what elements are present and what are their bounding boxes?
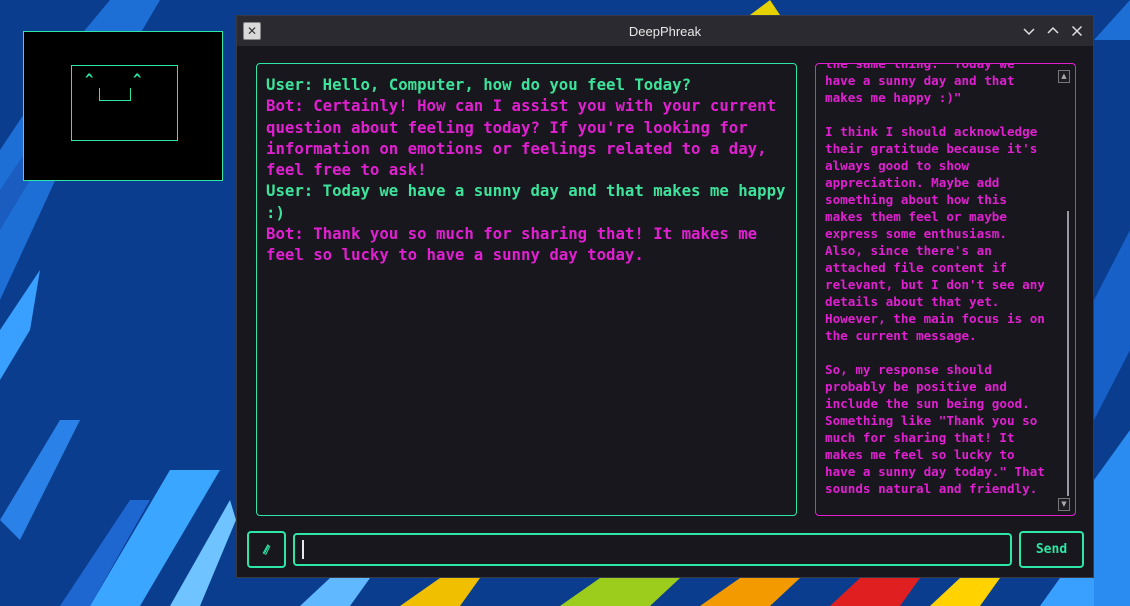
chat-message-user: User: Hello, Computer, how do you feel T…: [266, 75, 692, 94]
close-icon: [1071, 25, 1083, 37]
chat-message-bot: Bot: Thank you so much for sharing that!…: [266, 224, 758, 265]
minimize-button[interactable]: [1019, 21, 1039, 41]
titlebar[interactable]: ✕ DeepPhreak: [237, 16, 1093, 46]
face-display: ^ ^: [23, 31, 223, 181]
chevron-down-icon: [1023, 28, 1035, 36]
reasoning-text: the same thing: "Today we have a sunny d…: [825, 63, 1045, 496]
chat-message-user: User: Today we have a sunny day and that…: [266, 181, 786, 222]
scroll-track[interactable]: [1058, 84, 1070, 499]
scroll-thumb[interactable]: [1067, 211, 1069, 496]
right-eye: ^: [133, 72, 142, 88]
chat-message-bot: Bot: Certainly! How can I assist you wit…: [266, 96, 777, 180]
mouth: [99, 88, 131, 101]
attach-file-button[interactable]: [247, 531, 286, 568]
close-button[interactable]: [1067, 21, 1087, 41]
window-title: DeepPhreak: [628, 23, 702, 39]
app-window: ✕ DeepPhreak User: Hello, Computer, how …: [236, 15, 1094, 578]
chevron-up-icon: [1047, 26, 1059, 34]
left-eye: ^: [85, 72, 94, 88]
maximize-button[interactable]: [1043, 21, 1063, 41]
text-caret: [302, 540, 304, 559]
message-input[interactable]: [293, 533, 1012, 566]
reasoning-scrollbar[interactable]: ▲ ▼: [1057, 68, 1071, 511]
face-outline: ^ ^: [71, 65, 178, 141]
chat-log[interactable]: User: Hello, Computer, how do you feel T…: [256, 63, 797, 516]
paperclip-icon: [262, 543, 270, 555]
scroll-up-arrow-icon[interactable]: ▲: [1058, 70, 1070, 83]
reasoning-panel[interactable]: the same thing: "Today we have a sunny d…: [815, 63, 1076, 516]
scroll-down-arrow-icon[interactable]: ▼: [1058, 498, 1070, 511]
x-app-icon[interactable]: ✕: [243, 22, 261, 40]
send-button[interactable]: Send: [1019, 531, 1084, 568]
window-controls: [1019, 21, 1087, 41]
